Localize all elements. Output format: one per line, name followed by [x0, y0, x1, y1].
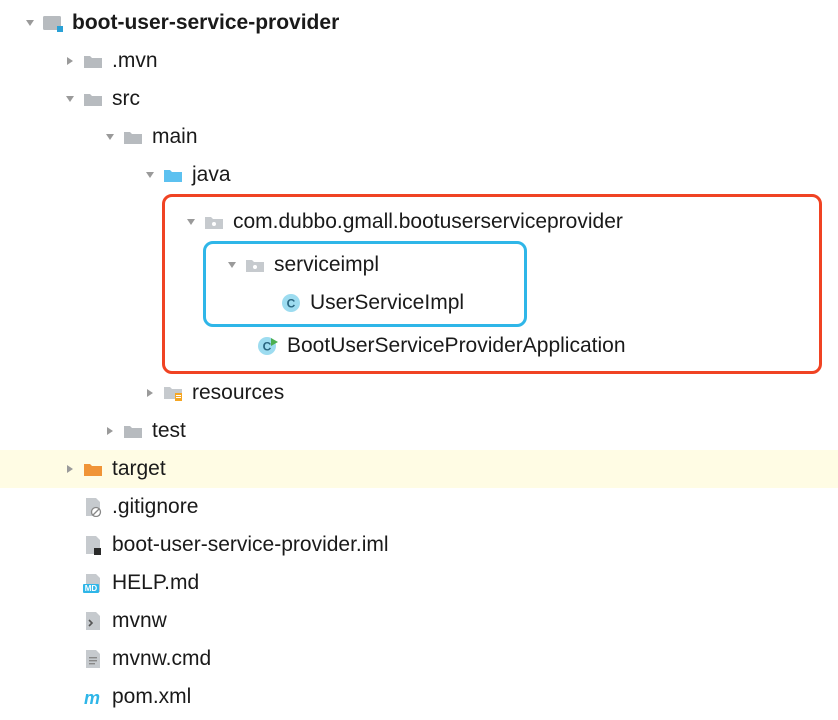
- source-folder-icon: [160, 167, 186, 183]
- tree-node-iml[interactable]: boot-user-service-provider.iml: [0, 526, 838, 564]
- chevron-down-icon[interactable]: [181, 216, 201, 228]
- tree-node-label: BootUserServiceProviderApplication: [287, 334, 626, 358]
- tree-node-label: resources: [192, 381, 284, 405]
- resources-folder-icon: [160, 384, 186, 402]
- tree-node-label: serviceimpl: [274, 253, 379, 277]
- tree-node-userserviceimpl[interactable]: C UserServiceImpl: [208, 284, 522, 322]
- tree-node-pom[interactable]: m pom.xml: [0, 678, 838, 716]
- chevron-right-icon[interactable]: [100, 425, 120, 437]
- tree-node-mvnw[interactable]: mvnw: [0, 602, 838, 640]
- chevron-down-icon[interactable]: [222, 259, 242, 271]
- file-md-icon: MD: [80, 573, 106, 593]
- folder-icon: [120, 129, 146, 145]
- highlight-box-blue: serviceimpl C UserServiceImpl: [203, 241, 527, 327]
- svg-text:C: C: [287, 297, 296, 311]
- file-text-icon: [80, 649, 106, 669]
- tree-node-label: boot-user-service-provider.iml: [112, 533, 389, 557]
- tree-node-label: mvnw: [112, 609, 167, 633]
- chevron-down-icon[interactable]: [140, 169, 160, 181]
- tree-node-package[interactable]: com.dubbo.gmall.bootuserserviceprovider: [167, 203, 817, 241]
- tree-node-label: java: [192, 163, 231, 187]
- tree-node-label: .gitignore: [112, 495, 198, 519]
- file-shell-icon: [80, 611, 106, 631]
- svg-text:MD: MD: [85, 584, 98, 593]
- tree-node-main[interactable]: main: [0, 118, 838, 156]
- tree-node-java[interactable]: java: [0, 156, 838, 194]
- folder-icon: [80, 53, 106, 69]
- file-iml-icon: [80, 535, 106, 555]
- tree-node-serviceimpl[interactable]: serviceimpl: [208, 246, 522, 284]
- tree-node-label: .mvn: [112, 49, 158, 73]
- tree-node-label: HELP.md: [112, 571, 199, 595]
- chevron-down-icon[interactable]: [100, 131, 120, 143]
- tree-node-label: boot-user-service-provider: [72, 11, 339, 35]
- svg-text:m: m: [84, 688, 100, 707]
- tree-node-label: mvnw.cmd: [112, 647, 211, 671]
- tree-node-label: test: [152, 419, 186, 443]
- module-icon: [40, 14, 66, 32]
- package-icon: [242, 257, 268, 273]
- tree-node-label: pom.xml: [112, 685, 191, 709]
- tree-node-label: com.dubbo.gmall.bootuserserviceprovider: [233, 210, 623, 234]
- tree-node-help[interactable]: MD HELP.md: [0, 564, 838, 602]
- tree-node-mvnwcmd[interactable]: mvnw.cmd: [0, 640, 838, 678]
- tree-node-label: src: [112, 87, 140, 111]
- tree-node-root[interactable]: boot-user-service-provider: [0, 4, 838, 42]
- runnable-class-icon: C: [255, 336, 281, 356]
- file-maven-icon: m: [80, 687, 106, 707]
- chevron-down-icon[interactable]: [60, 93, 80, 105]
- tree-node-mvn[interactable]: .mvn: [0, 42, 838, 80]
- excluded-folder-icon: [80, 461, 106, 477]
- class-icon: C: [278, 293, 304, 313]
- folder-icon: [120, 423, 146, 439]
- tree-node-label: UserServiceImpl: [310, 291, 464, 315]
- tree-node-target[interactable]: target: [0, 450, 838, 488]
- tree-node-label: target: [112, 457, 166, 481]
- folder-icon: [80, 91, 106, 107]
- tree-node-label: main: [152, 125, 198, 149]
- chevron-right-icon[interactable]: [140, 387, 160, 399]
- tree-node-gitignore[interactable]: .gitignore: [0, 488, 838, 526]
- tree-node-test[interactable]: test: [0, 412, 838, 450]
- chevron-right-icon[interactable]: [60, 55, 80, 67]
- svg-text:C: C: [263, 340, 272, 354]
- tree-node-src[interactable]: src: [0, 80, 838, 118]
- tree-node-bootapp[interactable]: C BootUserServiceProviderApplication: [167, 327, 817, 365]
- tree-node-resources[interactable]: resources: [0, 374, 838, 412]
- file-ignore-icon: [80, 497, 106, 517]
- chevron-down-icon[interactable]: [20, 17, 40, 29]
- highlight-box-red: com.dubbo.gmall.bootuserserviceprovider …: [162, 194, 822, 374]
- package-icon: [201, 214, 227, 230]
- chevron-right-icon[interactable]: [60, 463, 80, 475]
